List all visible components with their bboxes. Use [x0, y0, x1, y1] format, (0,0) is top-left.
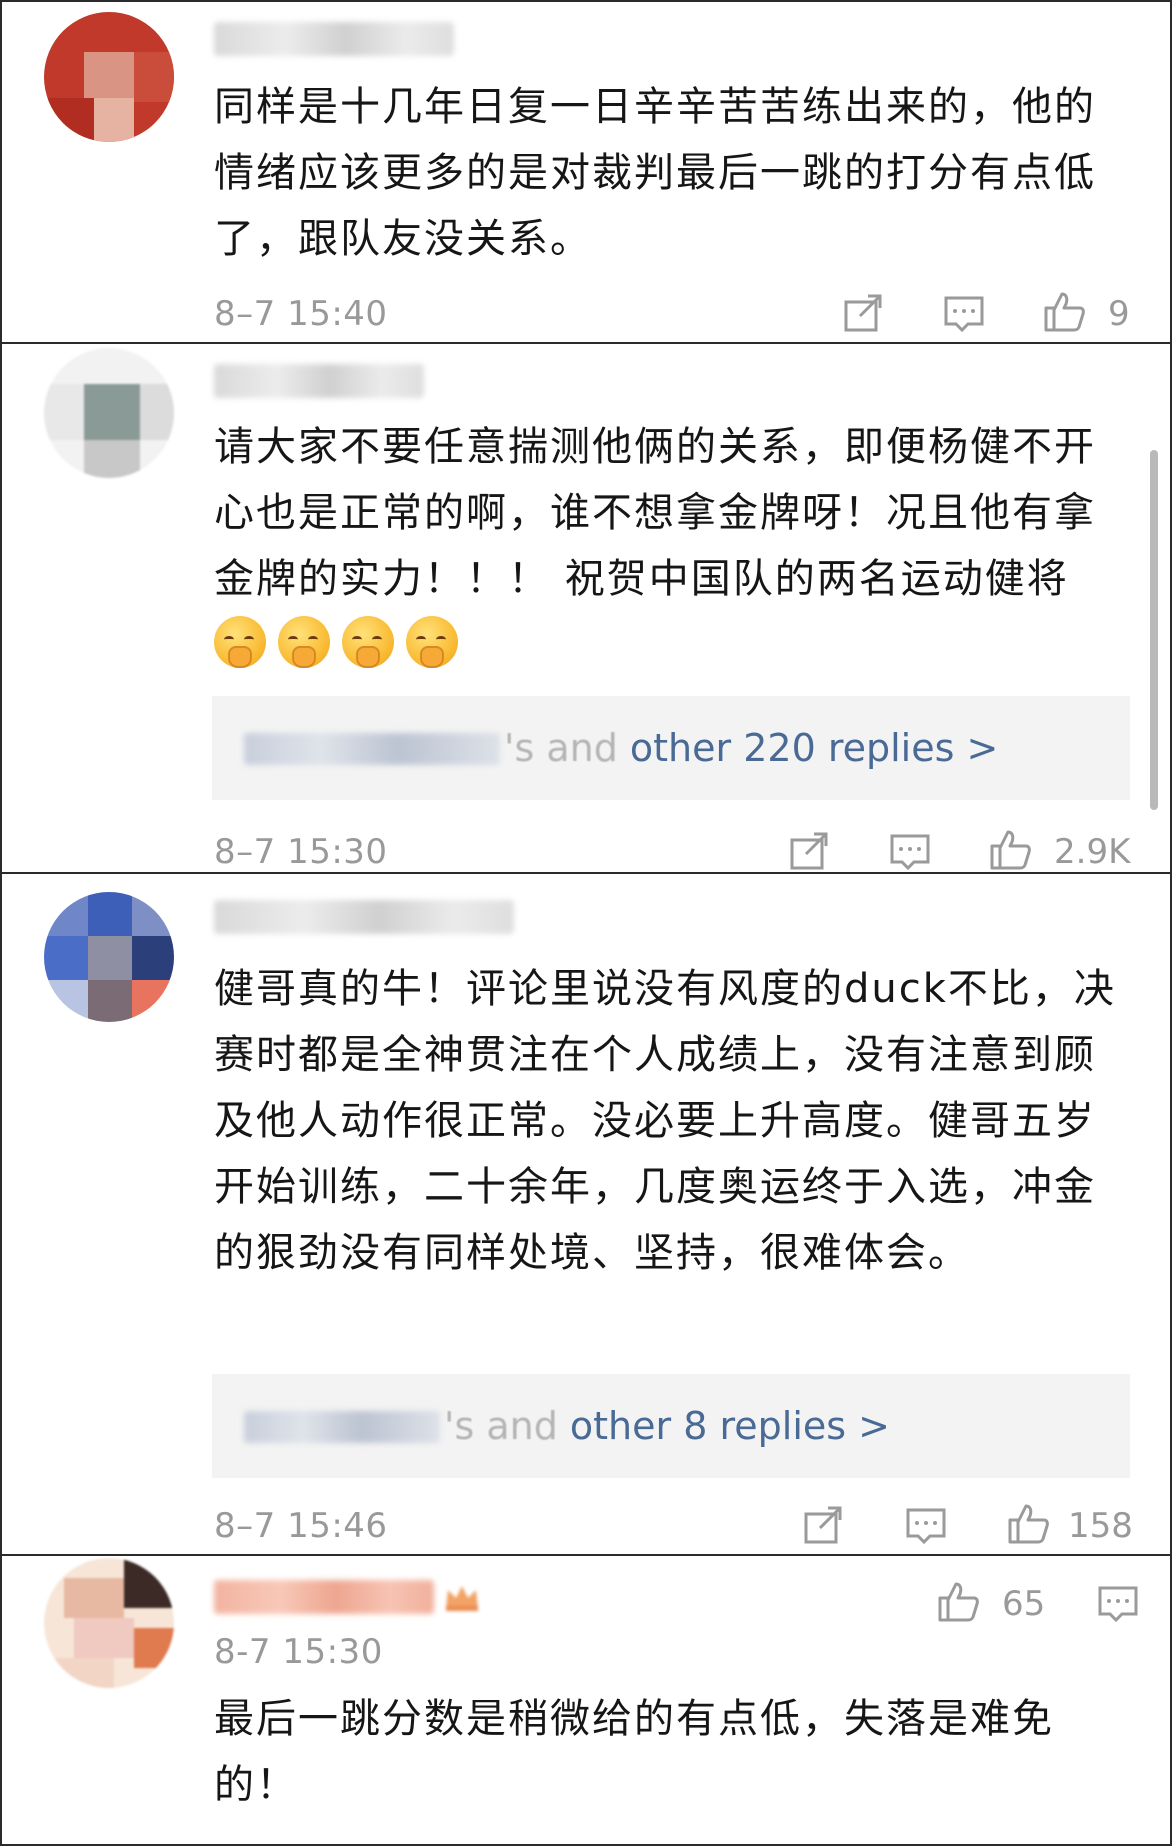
share-icon[interactable]	[788, 830, 832, 874]
comment-icon[interactable]	[1096, 1582, 1140, 1626]
shushing-face-emoji	[278, 616, 330, 668]
comment-icon[interactable]	[904, 1504, 948, 1548]
comment-timestamp: 8–7 15:46	[214, 1506, 388, 1546]
avatar[interactable]	[44, 1558, 174, 1688]
like-icon[interactable]	[1006, 1502, 1050, 1546]
shushing-face-emoji	[214, 616, 266, 668]
like-icon[interactable]	[1042, 290, 1086, 334]
replies-preview[interactable]: 's and other 8 replies >	[212, 1374, 1130, 1478]
shushing-face-emoji	[406, 616, 458, 668]
like-count: 65	[1002, 1584, 1046, 1624]
like-icon[interactable]	[936, 1580, 980, 1624]
comments-feed: 同样是十几年日复一日辛辛苦苦练出来的，他的情绪应该更多的是对裁判最后一跳的打分有…	[0, 0, 1172, 1846]
avatar[interactable]	[44, 892, 174, 1022]
username-blurred[interactable]	[214, 1580, 434, 1614]
like-icon[interactable]	[988, 828, 1032, 872]
like-count: 158	[1068, 1506, 1133, 1546]
view-replies-link[interactable]: other 8 replies >	[570, 1404, 890, 1448]
comment-text: 健哥真的牛！评论里说没有风度的duck不比，决赛时都是全神贯注在个人成绩上，没有…	[214, 966, 1116, 1276]
comment-text-body: 请大家不要任意揣测他俩的关系，即便杨健不开心也是正常的啊，谁不想拿金牌呀！况且他…	[214, 424, 1096, 602]
comment-card: 请大家不要任意揣测他俩的关系，即便杨健不开心也是正常的啊，谁不想拿金牌呀！况且他…	[0, 342, 1172, 874]
scrollbar[interactable]	[1150, 450, 1158, 810]
reply-possessive: 's and	[444, 1404, 570, 1448]
replies-preview[interactable]: 's and other 220 replies >	[212, 696, 1130, 800]
comment-icon[interactable]	[942, 292, 986, 336]
comment-card: 同样是十几年日复一日辛辛苦苦练出来的，他的情绪应该更多的是对裁判最后一跳的打分有…	[0, 0, 1172, 344]
share-icon[interactable]	[842, 292, 886, 336]
username-blurred[interactable]	[214, 900, 514, 934]
comment-text: 最后一跳分数是稍微给的有点低，失落是难免的！	[214, 1696, 1054, 1808]
like-count: 2.9K	[1054, 832, 1131, 872]
comment-icon[interactable]	[888, 830, 932, 874]
avatar[interactable]	[44, 348, 174, 478]
username-blurred[interactable]	[214, 364, 424, 398]
view-replies-link[interactable]: other 220 replies >	[630, 726, 998, 770]
replier-name-blurred	[244, 733, 500, 765]
comment-timestamp: 8–7 15:40	[214, 294, 388, 334]
avatar[interactable]	[44, 12, 174, 142]
username-blurred[interactable]	[214, 22, 454, 56]
comment-timestamp: 8–7 15:30	[214, 832, 388, 872]
share-icon[interactable]	[802, 1504, 846, 1548]
comment-text: 请大家不要任意揣测他俩的关系，即便杨健不开心也是正常的啊，谁不想拿金牌呀！况且他…	[214, 414, 1134, 678]
reply-possessive: 's and	[504, 726, 630, 770]
comment-card: 65 8-7 15:30 最后一跳分数是稍微给的有点低，失落是难免的！	[0, 1554, 1172, 1846]
comment-card: 健哥真的牛！评论里说没有风度的duck不比，决赛时都是全神贯注在个人成绩上，没有…	[0, 872, 1172, 1556]
vip-crown-icon	[444, 1584, 480, 1612]
shushing-face-emoji	[342, 616, 394, 668]
like-count: 9	[1108, 294, 1130, 334]
replier-name-blurred	[244, 1411, 440, 1443]
comment-timestamp: 8-7 15:30	[214, 1632, 383, 1672]
comment-text: 同样是十几年日复一日辛辛苦苦练出来的，他的情绪应该更多的是对裁判最后一跳的打分有…	[214, 84, 1096, 262]
